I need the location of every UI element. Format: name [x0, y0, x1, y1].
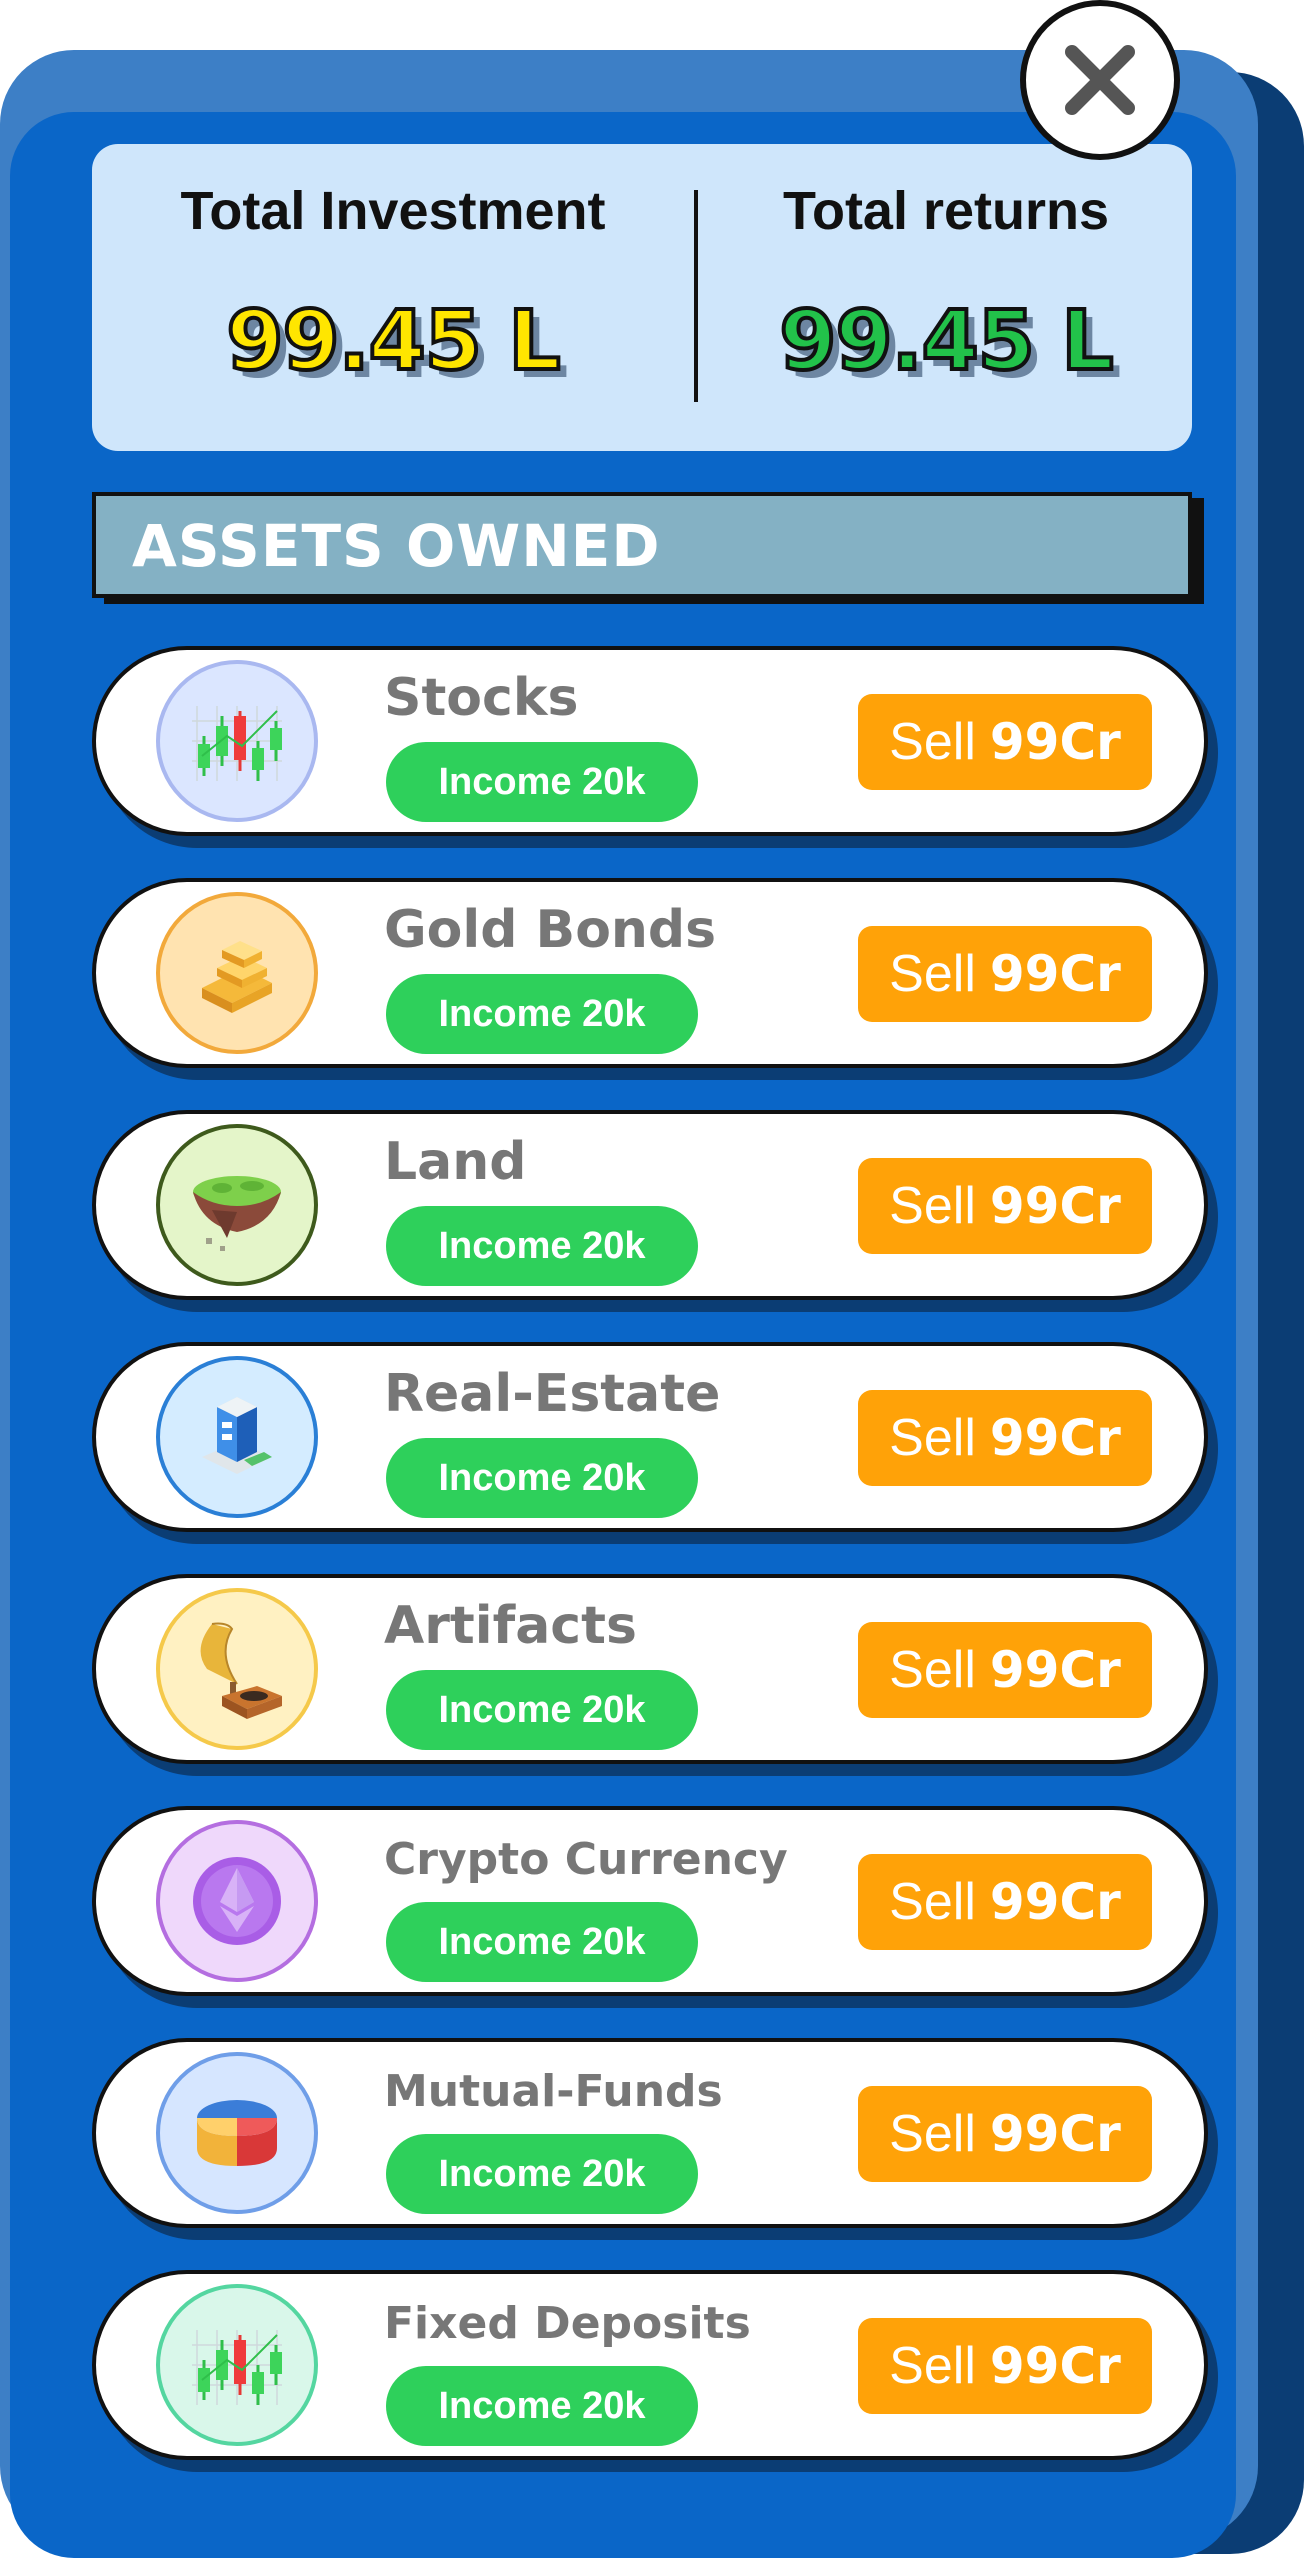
sell-button[interactable]: Sell 99Cr — [858, 1158, 1152, 1254]
sell-button[interactable]: Sell 99Cr — [858, 1622, 1152, 1718]
gold-bars-icon — [156, 892, 318, 1054]
asset-name: Land — [384, 1132, 527, 1192]
assets-owned-header: ASSETS OWNED — [92, 492, 1192, 598]
asset-row-real-estate: Real-Estate Income 20k Sell 99Cr — [92, 1342, 1208, 1532]
asset-name: Mutual-Funds — [384, 2066, 723, 2117]
sell-button[interactable]: Sell 99Cr — [858, 694, 1152, 790]
income-badge: Income 20k — [386, 974, 698, 1054]
income-badge: Income 20k — [386, 2366, 698, 2446]
gramophone-icon — [156, 1588, 318, 1750]
sell-label: Sell — [889, 2105, 976, 2163]
sell-label: Sell — [889, 1641, 976, 1699]
sell-label: Sell — [889, 1873, 976, 1931]
total-investment-value: 99.45 L — [224, 292, 562, 391]
pie-chart-icon — [156, 2052, 318, 2214]
sell-label: Sell — [889, 1409, 976, 1467]
income-badge: Income 20k — [386, 1902, 698, 1982]
building-icon — [156, 1356, 318, 1518]
close-button[interactable] — [1020, 0, 1180, 160]
ethereum-coin-icon — [156, 1820, 318, 1982]
income-badge: Income 20k — [386, 2134, 698, 2214]
total-returns-value: 99.45 L — [777, 292, 1115, 391]
asset-name: Crypto Currency — [384, 1834, 788, 1885]
sell-price: 99Cr — [989, 1409, 1121, 1467]
sell-button[interactable]: Sell 99Cr — [858, 1390, 1152, 1486]
income-badge: Income 20k — [386, 1438, 698, 1518]
sell-button[interactable]: Sell 99Cr — [858, 2086, 1152, 2182]
stocks-icon — [156, 660, 318, 822]
sell-price: 99Cr — [989, 2105, 1121, 2163]
income-badge: Income 20k — [386, 1670, 698, 1750]
income-badge: Income 20k — [386, 1206, 698, 1286]
asset-name: Gold Bonds — [384, 900, 717, 960]
summary-divider — [694, 190, 698, 402]
asset-row-land: Land Income 20k Sell 99Cr — [92, 1110, 1208, 1300]
asset-row-artifacts: Artifacts Income 20k Sell 99Cr — [92, 1574, 1208, 1764]
total-returns-label: Total returns — [782, 181, 1110, 241]
asset-name: Real-Estate — [384, 1364, 721, 1424]
asset-row-gold-bonds: Gold Bonds Income 20k Sell 99Cr — [92, 878, 1208, 1068]
sell-label: Sell — [889, 945, 976, 1003]
asset-row-stocks: Stocks Income 20k Sell 99Cr — [92, 646, 1208, 836]
asset-row-crypto-currency: Crypto Currency Income 20k Sell 99Cr — [92, 1806, 1208, 1996]
sell-price: 99Cr — [989, 2337, 1121, 2395]
asset-name: Stocks — [384, 668, 579, 728]
sell-price: 99Cr — [989, 1873, 1121, 1931]
sell-price: 99Cr — [989, 945, 1121, 1003]
asset-name: Fixed Deposits — [384, 2298, 751, 2349]
asset-row-mutual-funds: Mutual-Funds Income 20k Sell 99Cr — [92, 2038, 1208, 2228]
sell-price: 99Cr — [989, 713, 1121, 771]
sell-button[interactable]: Sell 99Cr — [858, 926, 1152, 1022]
asset-name: Artifacts — [384, 1596, 637, 1656]
sell-label: Sell — [889, 2337, 976, 2395]
asset-row-fixed-deposits: Fixed Deposits Income 20k Sell 99Cr — [92, 2270, 1208, 2460]
close-icon — [1065, 45, 1135, 115]
sell-price: 99Cr — [989, 1177, 1121, 1235]
assets-owned-title: ASSETS OWNED — [132, 512, 661, 580]
investment-summary: Total Investment 99.45 L Total returns 9… — [92, 144, 1192, 451]
total-investment: Total Investment 99.45 L — [92, 144, 694, 451]
sell-price: 99Cr — [989, 1641, 1121, 1699]
sell-label: Sell — [889, 1177, 976, 1235]
income-badge: Income 20k — [386, 742, 698, 822]
total-investment-label: Total Investment — [180, 181, 606, 241]
total-returns: Total returns 99.45 L — [700, 144, 1192, 451]
candlestick-chart-icon — [156, 2284, 318, 2446]
land-island-icon — [156, 1124, 318, 1286]
sell-label: Sell — [889, 713, 976, 771]
sell-button[interactable]: Sell 99Cr — [858, 2318, 1152, 2414]
sell-button[interactable]: Sell 99Cr — [858, 1854, 1152, 1950]
